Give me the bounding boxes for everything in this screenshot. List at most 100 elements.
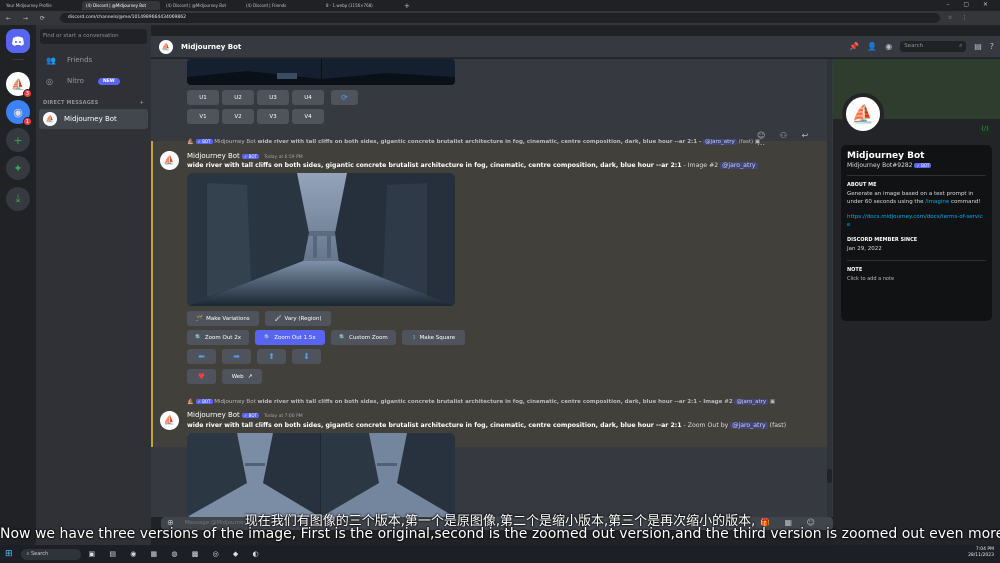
- search-input[interactable]: Search ⌕: [900, 41, 967, 52]
- vary-region-button[interactable]: 🖌 Vary (Region): [265, 311, 331, 326]
- reply-avatar-icon: ⛵: [187, 399, 194, 405]
- server-midjourney-icon[interactable]: ⛵ 3: [6, 72, 32, 98]
- prompt-text: wide river with tall cliffs on both side…: [187, 162, 682, 169]
- clock-date: 28/11/2023: [968, 553, 994, 558]
- member-since-header: DISCORD MEMBER SINCE: [847, 237, 918, 243]
- server-colorful-icon[interactable]: ◉ 1: [6, 100, 32, 126]
- terms-link[interactable]: https://docs.midjourney.com/docs/terms-o…: [847, 214, 986, 229]
- reply-suffix: (fast): [738, 139, 754, 145]
- add-friends-icon[interactable]: 👤: [867, 42, 877, 51]
- reply-mention[interactable]: @jaro_atry: [703, 139, 737, 145]
- timestamp: Today at 7:00 PM: [264, 414, 303, 419]
- dm-sidebar: Find or start a conversation 👥 Friends ◎…: [36, 25, 151, 545]
- find-conversation-input[interactable]: Find or start a conversation: [40, 29, 147, 44]
- upscale-u2-button[interactable]: U2: [222, 90, 254, 105]
- variation-v2-button[interactable]: V2: [222, 109, 254, 124]
- discord-home-icon[interactable]: [6, 29, 30, 53]
- button-label: Zoom Out 1.5x: [274, 334, 316, 341]
- pan-down-button[interactable]: ⬇: [292, 349, 321, 364]
- author-name[interactable]: Midjourney Bot: [187, 152, 240, 160]
- browser-tab[interactable]: Your Midjourney Profile: [2, 1, 80, 10]
- url-field[interactable]: discord.com/channels/@me/101498966443406…: [59, 13, 940, 23]
- server-divider: [12, 59, 24, 60]
- reply-reference[interactable]: ⛵ ✓ BOT Midjourney Bot wide river with t…: [187, 139, 760, 145]
- user-mention[interactable]: @jaro_atry: [730, 422, 768, 429]
- upscale-u3-button[interactable]: U3: [257, 90, 289, 105]
- download-icon[interactable]: ⤓: [6, 187, 30, 211]
- browser-tab[interactable]: (4) Discord | @Midjourney Bot: [162, 1, 240, 10]
- imagine-command[interactable]: /imagine: [925, 199, 949, 205]
- previous-image-grid[interactable]: [187, 59, 455, 85]
- new-tab-icon[interactable]: +: [404, 2, 410, 10]
- zoom-out-2x-button[interactable]: 🔍 Zoom Out 2x: [187, 330, 249, 345]
- nitro-label: Nitro: [67, 77, 84, 85]
- friends-label: Friends: [67, 56, 93, 64]
- pin-icon[interactable]: 📌: [849, 42, 859, 51]
- system-tray[interactable]: 7:04 PM 28/11/2023: [968, 547, 994, 559]
- dm-item-label: Midjourney Bot: [64, 115, 117, 123]
- chat-area: U1 U2 U3 U4 ⟳ V1 V2 V3 V4 ☺ ⚇ ↩ ⋯ ⛵ ✓ BO…: [151, 59, 833, 517]
- taskbar-search[interactable]: ⌕ Search: [20, 548, 81, 560]
- upscaled-image[interactable]: [187, 173, 455, 306]
- profile-username: Midjourney Bot#9282: [847, 162, 913, 169]
- upscale-u4-button[interactable]: U4: [292, 90, 324, 105]
- web-link-button[interactable]: Web ↗: [222, 369, 262, 384]
- variation-v4-button[interactable]: V4: [292, 109, 324, 124]
- message-author: Midjourney Bot ✓ BOT Today at 7:00 PM: [187, 411, 303, 419]
- avatar[interactable]: ⛵: [160, 151, 179, 170]
- reroll-button[interactable]: ⟳: [331, 90, 358, 105]
- browser-tab[interactable]: (4) Discord | Friends: [242, 1, 320, 10]
- bot-tag: ✓ BOT: [195, 139, 213, 144]
- zoomed-out-image-grid[interactable]: [187, 433, 455, 517]
- bot-tag: ✓ BOT: [914, 163, 932, 168]
- browser-tab[interactable]: 8 - 1.webp (1156×768): [322, 1, 400, 10]
- make-square-button[interactable]: ↕ Make Square: [402, 330, 465, 345]
- friends-item[interactable]: 👥 Friends: [39, 50, 148, 70]
- taskbar-apps-icon[interactable]: ▣ ▤ ◉ ▦ ◍ ▩ ◎ ◆ ◐: [89, 550, 265, 558]
- windows-start-icon[interactable]: ⊞: [5, 549, 13, 559]
- explore-compass-icon[interactable]: ✦: [6, 156, 30, 180]
- browser-tab-active[interactable]: (4) Discord | @Midjourney Bot: [82, 1, 160, 10]
- dm-item-midjourney-bot[interactable]: ⛵ Midjourney Bot: [39, 109, 148, 129]
- taskbar-search-label: Search: [30, 550, 49, 557]
- browser-tab-strip: Your Midjourney Profile (4) Discord | @M…: [0, 0, 1000, 11]
- author-name[interactable]: Midjourney Bot: [187, 411, 240, 419]
- brush-icon: 🖌: [274, 315, 282, 322]
- nav-arrows-icon[interactable]: ← → ⟳: [6, 15, 50, 22]
- scroll-thumb[interactable]: [827, 469, 832, 483]
- window-controls[interactable]: – ▢ ✕: [946, 1, 994, 8]
- server-badge: 3: [23, 89, 32, 98]
- slash-commands-badge: {/}: [979, 124, 991, 135]
- reply-text: wide river with tall cliffs on both side…: [257, 139, 702, 145]
- favorite-button[interactable]: ♥: [187, 369, 216, 384]
- profile-name: Midjourney Bot: [847, 151, 925, 161]
- inbox-icon[interactable]: ▤: [974, 42, 982, 51]
- chat-scrollbar[interactable]: [827, 59, 832, 517]
- custom-zoom-button[interactable]: 🔍 Custom Zoom: [331, 330, 396, 345]
- avatar[interactable]: ⛵: [160, 411, 179, 430]
- user-mention[interactable]: @jaro_atry: [720, 162, 758, 169]
- variation-v1-button[interactable]: V1: [187, 109, 219, 124]
- timestamp: Today at 6:59 PM: [264, 155, 303, 160]
- reply-reference[interactable]: ⛵ ✓ BOT Midjourney Bot wide river with t…: [187, 399, 775, 405]
- nitro-item[interactable]: ◎ Nitro NEW: [39, 71, 148, 91]
- variation-v3-button[interactable]: V3: [257, 109, 289, 124]
- pan-up-button[interactable]: ⬆: [257, 349, 286, 364]
- avatar[interactable]: ⛵: [842, 93, 884, 135]
- upscale-u1-button[interactable]: U1: [187, 90, 219, 105]
- make-variations-button[interactable]: 🪄 Make Variations: [187, 311, 259, 326]
- zoom-out-1-5x-button[interactable]: 🔍 Zoom Out 1.5x: [255, 330, 325, 345]
- profile-toggle-icon[interactable]: ◉: [885, 42, 892, 51]
- create-dm-icon[interactable]: +: [140, 100, 144, 106]
- zoom-icon: 🔍: [264, 334, 272, 341]
- resize-icon: ↕: [411, 334, 417, 341]
- pan-right-button[interactable]: ➡: [222, 349, 251, 364]
- message-hover-toolbar[interactable]: ☺ ⚇ ↩ ⋯: [757, 131, 833, 149]
- reply-mention[interactable]: @jaro_atry: [734, 399, 769, 405]
- zoom-icon: 🔍: [339, 334, 347, 341]
- help-icon[interactable]: ?: [990, 42, 994, 51]
- pan-left-button[interactable]: ⬅: [187, 349, 216, 364]
- add-server-icon[interactable]: +: [6, 128, 30, 152]
- note-input[interactable]: Click to add a note: [847, 276, 986, 284]
- browser-menu-icon[interactable]: ☆ ⋮: [948, 15, 971, 21]
